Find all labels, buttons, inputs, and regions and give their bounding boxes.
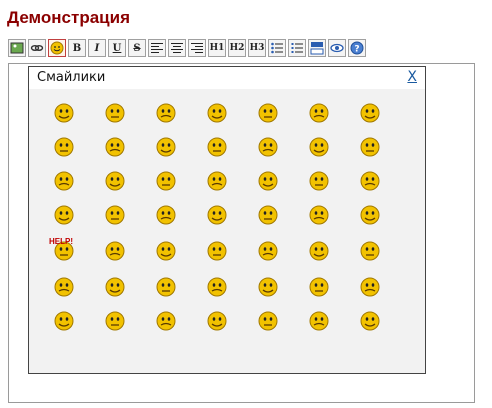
- editor-toolbar: B I U S H1 H2 H3 ?: [8, 39, 366, 59]
- smiley-icon[interactable]: [358, 169, 382, 193]
- smiley-icon[interactable]: [307, 203, 331, 227]
- smiley-icon[interactable]: [205, 309, 229, 333]
- smileys-button[interactable]: [48, 39, 66, 57]
- smiley-icon[interactable]: [256, 101, 280, 125]
- bullet-list-icon: [271, 42, 283, 54]
- smiley-icon[interactable]: [205, 239, 229, 263]
- block-icon: [310, 42, 324, 55]
- strike-button[interactable]: S: [128, 39, 146, 57]
- italic-button[interactable]: I: [88, 39, 106, 57]
- smiley-icon[interactable]: [103, 169, 127, 193]
- smiley-icon[interactable]: [154, 309, 178, 333]
- smiley-icon[interactable]: [103, 101, 127, 125]
- align-right-icon: [191, 43, 203, 53]
- smiley-icon[interactable]: [154, 203, 178, 227]
- h1-button[interactable]: H1: [208, 39, 226, 57]
- align-left-button[interactable]: [148, 39, 166, 57]
- bullet-list-button[interactable]: [268, 39, 286, 57]
- smiley-icon[interactable]: [205, 135, 229, 159]
- align-center-icon: [171, 43, 183, 53]
- smiley-grid: HELP!: [29, 89, 425, 373]
- smiley-icon[interactable]: [307, 309, 331, 333]
- smiley-icon[interactable]: [103, 309, 127, 333]
- smiley-icon[interactable]: [307, 135, 331, 159]
- preview-button[interactable]: [328, 39, 346, 57]
- smiley-icon[interactable]: [52, 309, 76, 333]
- smiley-icon[interactable]: [307, 275, 331, 299]
- smiley-icon[interactable]: [358, 135, 382, 159]
- smiley-icon[interactable]: [103, 135, 127, 159]
- smiley-icon[interactable]: [358, 203, 382, 227]
- smiley-icon[interactable]: [52, 135, 76, 159]
- popup-header: Смайлики X: [29, 67, 425, 89]
- smiley-icon[interactable]: [205, 169, 229, 193]
- smiley-icon[interactable]: [52, 275, 76, 299]
- smiley-icon[interactable]: [103, 275, 127, 299]
- smiley-icon[interactable]: [256, 169, 280, 193]
- popup-close-link[interactable]: X: [407, 69, 417, 85]
- align-center-button[interactable]: [168, 39, 186, 57]
- h2-button[interactable]: H2: [228, 39, 246, 57]
- help-icon: ?: [350, 41, 364, 55]
- smiley-icon[interactable]: [256, 135, 280, 159]
- bold-button[interactable]: B: [68, 39, 86, 57]
- smiley-icon[interactable]: [205, 275, 229, 299]
- smiley-icon[interactable]: [358, 101, 382, 125]
- numbered-list-button[interactable]: [288, 39, 306, 57]
- smiley-icon[interactable]: [52, 101, 76, 125]
- smiley-icon[interactable]: [52, 203, 76, 227]
- smileys-popup: Смайлики X HELP!: [28, 66, 426, 374]
- smiley-icon[interactable]: [154, 169, 178, 193]
- smiley-icon[interactable]: [307, 239, 331, 263]
- smiley-icon[interactable]: [52, 169, 76, 193]
- smiley-icon[interactable]: [205, 101, 229, 125]
- smiley-icon[interactable]: [154, 275, 178, 299]
- smiley-icon[interactable]: [103, 239, 127, 263]
- align-right-button[interactable]: [188, 39, 206, 57]
- smiley-icon[interactable]: [358, 275, 382, 299]
- smiley-icon[interactable]: [103, 203, 127, 227]
- smiley-icon[interactable]: [256, 203, 280, 227]
- smiley-icon[interactable]: [307, 101, 331, 125]
- numbered-list-icon: [291, 43, 303, 53]
- smiley-icon: [50, 41, 64, 55]
- smiley-icon[interactable]: [358, 239, 382, 263]
- popup-title: Смайлики: [37, 70, 106, 85]
- image-icon: [10, 42, 24, 54]
- image-button[interactable]: [8, 39, 26, 57]
- smiley-icon[interactable]: [154, 101, 178, 125]
- align-left-icon: [151, 43, 163, 53]
- smiley-icon[interactable]: [256, 275, 280, 299]
- underline-button[interactable]: U: [108, 39, 126, 57]
- help-button[interactable]: ?: [348, 39, 366, 57]
- link-button[interactable]: [28, 39, 46, 57]
- eye-icon: [330, 43, 344, 53]
- smiley-icon[interactable]: [358, 309, 382, 333]
- help-smiley-caption: HELP!: [49, 237, 73, 246]
- smiley-icon[interactable]: [256, 309, 280, 333]
- smiley-icon[interactable]: [307, 169, 331, 193]
- smiley-icon[interactable]: [205, 203, 229, 227]
- block-button[interactable]: [308, 39, 326, 57]
- smiley-icon[interactable]: [154, 135, 178, 159]
- smiley-icon[interactable]: [256, 239, 280, 263]
- h3-button[interactable]: H3: [248, 39, 266, 57]
- link-icon: [30, 44, 44, 51]
- svg-text:?: ?: [354, 45, 359, 55]
- smiley-icon[interactable]: [154, 239, 178, 263]
- page-title: Демонстрация: [7, 8, 130, 27]
